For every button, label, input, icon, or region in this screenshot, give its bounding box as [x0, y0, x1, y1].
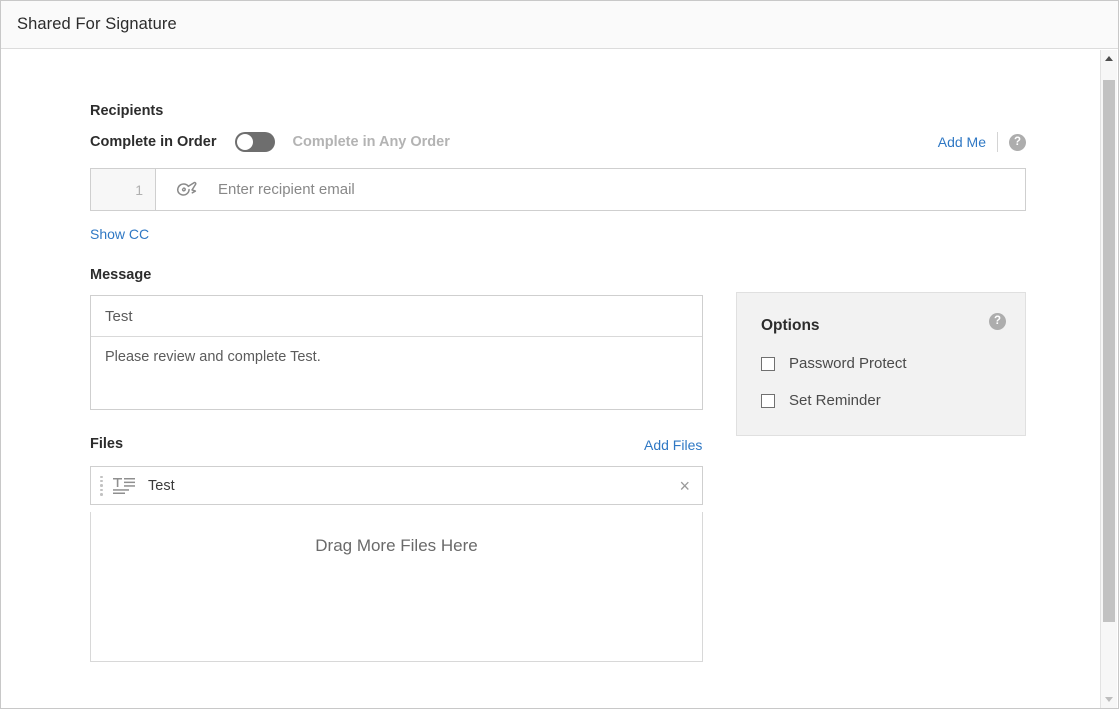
- option-label: Password Protect: [789, 355, 907, 372]
- complete-order-row: Complete in Order Complete in Any Order …: [90, 130, 1026, 154]
- checkbox-icon[interactable]: [761, 356, 775, 371]
- divider: [997, 132, 998, 152]
- scroll-up-icon[interactable]: [1101, 50, 1117, 67]
- signature-pen-icon: [156, 169, 218, 210]
- option-password-protect[interactable]: Password Protect: [761, 355, 907, 372]
- complete-in-order-label: Complete in Order: [90, 134, 217, 150]
- files-heading: Files: [90, 436, 124, 452]
- message-body-textarea[interactable]: [91, 337, 702, 409]
- shared-for-signature-window: Shared For Signature Recipients Complete…: [0, 0, 1119, 709]
- options-panel: Options ? Password Protect Set Reminder: [736, 292, 1026, 436]
- file-list-item[interactable]: Test ×: [90, 466, 703, 505]
- page-title: Shared For Signature: [17, 15, 177, 33]
- drag-handle-icon[interactable]: [100, 475, 104, 496]
- scrollbar-thumb[interactable]: [1103, 80, 1115, 622]
- add-me-link[interactable]: Add Me: [938, 134, 986, 150]
- recipient-row: 1: [90, 168, 1026, 211]
- recipient-index: 1: [91, 169, 156, 210]
- window-titlebar: Shared For Signature: [1, 1, 1118, 49]
- complete-order-toggle[interactable]: [234, 132, 275, 152]
- complete-in-any-order-label: Complete in Any Order: [292, 134, 450, 150]
- recipients-actions: Add Me ?: [938, 132, 1026, 152]
- scroll-region: Recipients Complete in Order Complete in…: [2, 50, 1087, 708]
- file-name: Test: [148, 477, 175, 494]
- option-set-reminder[interactable]: Set Reminder: [761, 392, 881, 409]
- help-icon[interactable]: ?: [1009, 133, 1026, 151]
- vertical-scrollbar[interactable]: [1100, 50, 1117, 708]
- options-heading: Options: [761, 317, 820, 334]
- option-label: Set Reminder: [789, 392, 881, 409]
- file-dropzone[interactable]: Drag More Files Here: [90, 512, 703, 662]
- show-cc-link[interactable]: Show CC: [90, 226, 149, 242]
- message-box: [90, 295, 703, 410]
- options-help-icon[interactable]: ?: [989, 313, 1006, 330]
- dropzone-label: Drag More Files Here: [315, 536, 478, 555]
- toggle-knob: [236, 134, 253, 150]
- message-subject-input[interactable]: [91, 296, 702, 337]
- message-heading: Message: [90, 267, 152, 283]
- recipients-heading: Recipients: [90, 103, 164, 119]
- checkbox-icon[interactable]: [761, 393, 775, 408]
- close-icon[interactable]: ×: [679, 477, 690, 495]
- text-document-icon: [113, 477, 135, 495]
- add-files-link[interactable]: Add Files: [644, 437, 702, 453]
- scroll-down-icon[interactable]: [1101, 691, 1117, 708]
- recipient-email-input[interactable]: [218, 169, 1025, 210]
